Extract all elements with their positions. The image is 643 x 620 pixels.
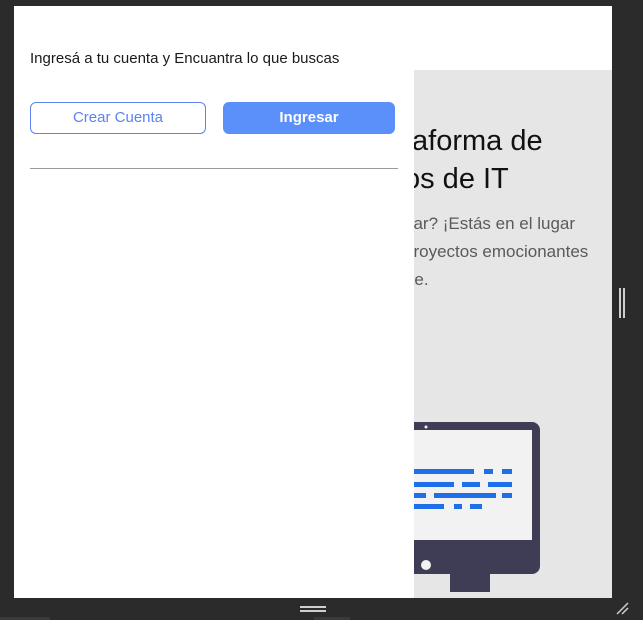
panel-title: Ingresá a tu cuenta y Encuantra lo que b… bbox=[30, 50, 340, 67]
login-button[interactable]: Ingresar bbox=[223, 102, 395, 134]
hero-subtitle-line-1: par? ¡Estás en el lugar bbox=[414, 214, 576, 233]
background-hero-title: taforma de os de IT bbox=[414, 122, 612, 198]
page-viewport: taforma de os de IT par? ¡Estás en el lu… bbox=[14, 6, 612, 598]
grip-horizontal-icon[interactable] bbox=[300, 606, 326, 612]
login-panel: Ingresá a tu cuenta y Encuantra lo que b… bbox=[14, 6, 414, 598]
hero-subtitle-line-3: rte. bbox=[414, 270, 429, 289]
hero-title-line-1: taforma de bbox=[414, 125, 543, 157]
monitor-code-icon bbox=[414, 422, 540, 592]
resize-corner-icon[interactable] bbox=[614, 600, 630, 616]
create-account-button[interactable]: Crear Cuenta bbox=[30, 102, 206, 134]
divider bbox=[30, 168, 398, 169]
hero-title-line-2: os de IT bbox=[414, 163, 509, 195]
hero-subtitle-line-2: proyectos emocionantes bbox=[414, 242, 589, 261]
background-hero-subtitle: par? ¡Estás en el lugar proyectos emocio… bbox=[414, 210, 612, 294]
grip-vertical-icon[interactable] bbox=[619, 288, 625, 318]
background-page: taforma de os de IT par? ¡Estás en el lu… bbox=[414, 70, 612, 598]
